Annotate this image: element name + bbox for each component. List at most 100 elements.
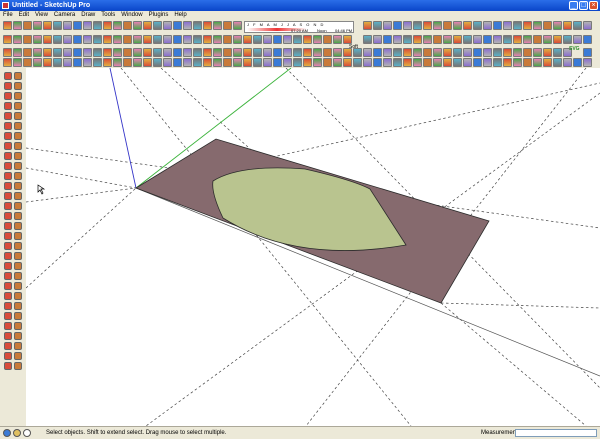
tbrow3-tool-button-icon[interactable] <box>323 48 332 57</box>
tbrow4-tool-button-icon[interactable] <box>203 58 212 67</box>
tbrow1-tool-button-icon[interactable] <box>33 21 42 30</box>
tbrow4-tool-button-icon[interactable] <box>173 58 182 67</box>
left-tool-button-icon[interactable] <box>4 102 12 110</box>
tbrow2-tool-button-icon[interactable] <box>313 35 322 44</box>
tbrow1-tool-button-icon[interactable] <box>43 21 52 30</box>
tbrow2-tool-button-icon[interactable] <box>463 35 472 44</box>
tbrow2-tool-button-icon[interactable] <box>43 35 52 44</box>
tbrow4-tool-button-icon[interactable] <box>373 58 382 67</box>
tbrow2-tool-button-icon[interactable] <box>173 35 182 44</box>
left-tool-button-icon[interactable] <box>4 242 12 250</box>
tbrow2-tool-button-icon[interactable] <box>543 35 552 44</box>
tbrow1-tool-button-icon[interactable] <box>443 21 452 30</box>
tbrow3-tool-button-icon[interactable] <box>183 48 192 57</box>
tbrow3-tool-button-icon[interactable] <box>263 48 272 57</box>
tbrow1-tool-button-icon[interactable] <box>103 21 112 30</box>
left-tool-button-icon[interactable] <box>4 342 12 350</box>
left-tool-button-icon[interactable] <box>14 182 22 190</box>
left-tool-button-icon[interactable] <box>14 142 22 150</box>
tbrow2-tool-button-icon[interactable] <box>343 35 352 44</box>
menu-tools[interactable]: Tools <box>98 11 118 19</box>
tbrow2-tool-button-icon[interactable] <box>523 35 532 44</box>
left-tool-button-icon[interactable] <box>4 232 12 240</box>
left-tool-button-icon[interactable] <box>14 342 22 350</box>
tbrow2-tool-button-icon[interactable] <box>363 35 372 44</box>
menu-file[interactable]: File <box>0 11 16 19</box>
tbrow3-tool-button-icon[interactable] <box>233 48 242 57</box>
tbrow1-tool-button-icon[interactable] <box>393 21 402 30</box>
tbrow2-tool-button-icon[interactable] <box>393 35 402 44</box>
tbrow3-tool-button-icon[interactable] <box>363 48 372 57</box>
tbrow4-tool-button-icon[interactable] <box>403 58 412 67</box>
viewport-svg[interactable] <box>26 68 600 426</box>
tbrow1-tool-button-icon[interactable] <box>533 21 542 30</box>
tbrow4-tool-button-icon[interactable] <box>463 58 472 67</box>
tbrow3-tool-button-icon[interactable] <box>153 48 162 57</box>
left-tool-button-icon[interactable] <box>4 82 12 90</box>
tbrow1-tool-button-icon[interactable] <box>183 21 192 30</box>
tbrow2-tool-button-icon[interactable] <box>293 35 302 44</box>
tbrow4-tool-button-icon[interactable] <box>193 58 202 67</box>
tbrow2-tool-button-icon[interactable] <box>323 35 332 44</box>
tbrow3-tool-button-icon[interactable] <box>373 48 382 57</box>
tbrow1-tool-button-icon[interactable] <box>173 21 182 30</box>
credits-icon[interactable] <box>13 429 21 437</box>
left-tool-button-icon[interactable] <box>4 282 12 290</box>
tbrow1-tool-button-icon[interactable] <box>193 21 202 30</box>
tbrow1-tool-button-icon[interactable] <box>3 21 12 30</box>
tbrow2-tool-button-icon[interactable] <box>253 35 262 44</box>
tbrow1-tool-button-icon[interactable] <box>413 21 422 30</box>
tbrow4-tool-button-icon[interactable] <box>183 58 192 67</box>
tbrow1-tool-button-icon[interactable] <box>163 21 172 30</box>
tbrow3-tool-button-icon[interactable] <box>413 48 422 57</box>
tbrow1-tool-button-icon[interactable] <box>543 21 552 30</box>
drawing-canvas[interactable] <box>26 68 600 426</box>
tbrow3-tool-button-icon[interactable] <box>243 48 252 57</box>
tbrow3-tool-button-icon[interactable] <box>393 48 402 57</box>
tbrow3-tool-button-icon[interactable] <box>283 48 292 57</box>
left-tool-button-icon[interactable] <box>14 262 22 270</box>
tbrow2-tool-button-icon[interactable] <box>63 35 72 44</box>
tbrow1-tool-button-icon[interactable] <box>463 21 472 30</box>
tbrow3-tool-button-icon[interactable] <box>463 48 472 57</box>
left-tool-button-icon[interactable] <box>14 332 22 340</box>
tbrow1-tool-button-icon[interactable] <box>553 21 562 30</box>
left-tool-button-icon[interactable] <box>4 252 12 260</box>
left-tool-button-icon[interactable] <box>14 82 22 90</box>
tbrow2-tool-button-icon[interactable] <box>263 35 272 44</box>
tbrow4-tool-button-icon[interactable] <box>323 58 332 67</box>
tbrow4-tool-button-icon[interactable] <box>513 58 522 67</box>
tbrow1-tool-button-icon[interactable] <box>523 21 532 30</box>
tbrow4-tool-button-icon[interactable] <box>333 58 342 67</box>
tbrow3-tool-button-icon[interactable] <box>333 48 342 57</box>
tbrow3-tool-button-icon[interactable] <box>453 48 462 57</box>
tbrow2-tool-button-icon[interactable] <box>133 35 142 44</box>
left-tool-button-icon[interactable] <box>14 292 22 300</box>
left-tool-button-icon[interactable] <box>14 112 22 120</box>
tbrow1-tool-button-icon[interactable] <box>493 21 502 30</box>
tbrow2-tool-button-icon[interactable] <box>113 35 122 44</box>
tbrow3-tool-button-icon[interactable] <box>73 48 82 57</box>
tbrow3-tool-button-icon[interactable] <box>133 48 142 57</box>
tbrow4-tool-button-icon[interactable] <box>413 58 422 67</box>
tbrow2-tool-button-icon[interactable] <box>373 35 382 44</box>
left-tool-button-icon[interactable] <box>4 292 12 300</box>
left-tool-button-icon[interactable] <box>14 362 22 370</box>
maximize-button[interactable]: □ <box>579 1 588 10</box>
left-tool-button-icon[interactable] <box>4 72 12 80</box>
tbrow3-tool-button-icon[interactable] <box>163 48 172 57</box>
left-tool-button-icon[interactable] <box>14 212 22 220</box>
left-tool-button-icon[interactable] <box>14 192 22 200</box>
left-tool-button-icon[interactable] <box>4 362 12 370</box>
tbrow1-tool-button-icon[interactable] <box>363 21 372 30</box>
tbrow4-tool-button-icon[interactable] <box>103 58 112 67</box>
left-tool-button-icon[interactable] <box>14 242 22 250</box>
tbrow4-tool-button-icon[interactable] <box>303 58 312 67</box>
tbrow3-tool-button-icon[interactable] <box>253 48 262 57</box>
menu-edit[interactable]: Edit <box>16 11 32 19</box>
tbrow4-tool-button-icon[interactable] <box>533 58 542 67</box>
tbrow3-tool-button-icon[interactable] <box>53 48 62 57</box>
tbrow1-tool-button-icon[interactable] <box>23 21 32 30</box>
left-tool-button-icon[interactable] <box>14 152 22 160</box>
tbrow3-tool-button-icon[interactable] <box>103 48 112 57</box>
